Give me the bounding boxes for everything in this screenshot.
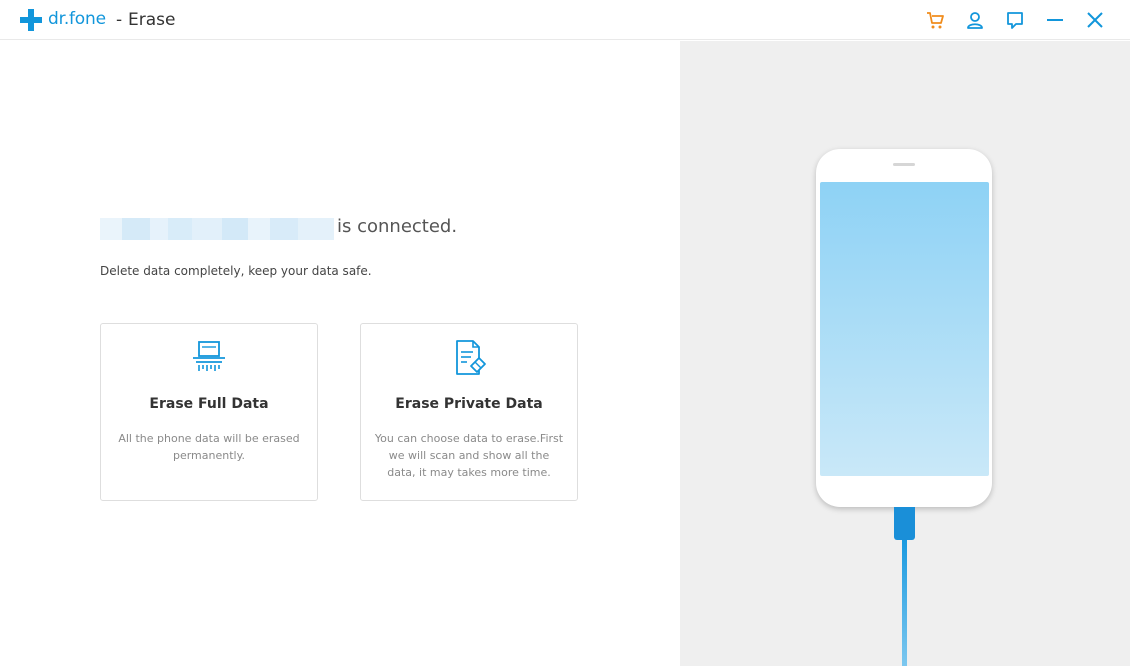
card-title: Erase Full Data	[149, 396, 269, 412]
erase-full-data-card[interactable]: Erase Full Data All the phone data will …	[100, 323, 318, 501]
main-panel: is connected. Delete data completely, ke…	[0, 41, 680, 666]
cart-icon[interactable]	[924, 9, 946, 31]
connection-status: is connected.	[337, 216, 458, 237]
app-window: dr.fone - Erase is connected. Delete dat…	[0, 0, 1130, 666]
device-name-redacted	[100, 218, 334, 240]
cable-plug	[894, 507, 915, 540]
card-title: Erase Private Data	[395, 396, 543, 412]
phone-illustration	[816, 149, 992, 507]
title-bar: dr.fone - Erase	[0, 0, 1130, 40]
card-description: You can choose data to erase.First we wi…	[374, 432, 564, 479]
drfone-logo-icon	[20, 9, 42, 31]
close-icon[interactable]	[1084, 9, 1106, 31]
title-separator: -	[116, 10, 123, 30]
erase-private-data-card[interactable]: Erase Private Data You can choose data t…	[360, 323, 578, 501]
phone-screen	[820, 182, 989, 476]
usb-cable	[902, 540, 907, 666]
page-subtitle: Delete data completely, keep your data s…	[100, 264, 372, 278]
brand-name: dr.fone	[48, 9, 106, 29]
account-icon[interactable]	[964, 9, 986, 31]
window-title: Erase	[128, 10, 176, 30]
shredder-icon	[193, 341, 225, 371]
minimize-icon[interactable]	[1044, 9, 1066, 31]
feedback-icon[interactable]	[1004, 9, 1026, 31]
card-description: All the phone data will be erased perman…	[118, 432, 300, 462]
phone-speaker	[893, 163, 915, 166]
document-eraser-icon	[456, 340, 486, 375]
